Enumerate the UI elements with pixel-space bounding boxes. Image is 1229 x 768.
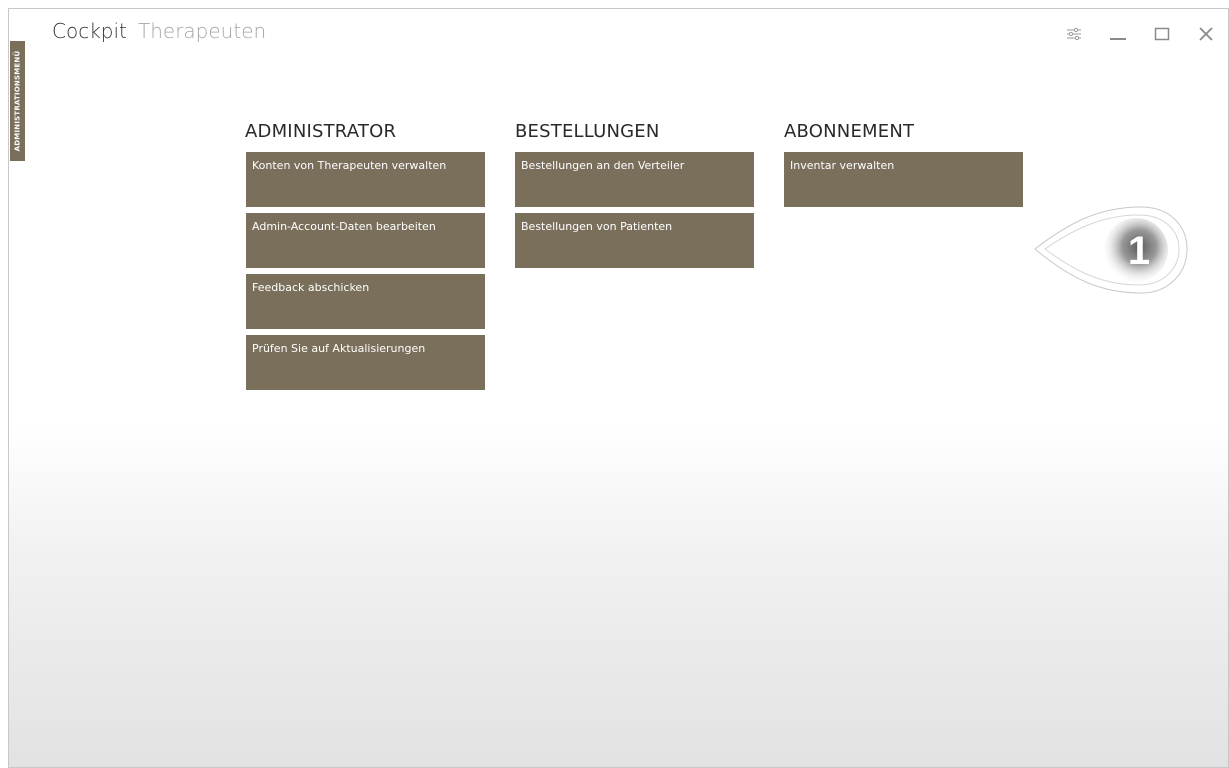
tile-edit-admin-account[interactable]: Admin-Account-Daten bearbeiten <box>246 213 485 268</box>
app-window: ADMINISTRATIONSMENÜ Cockpit Therapeuten <box>8 8 1229 768</box>
tile-orders-from-patients[interactable]: Bestellungen von Patienten <box>515 213 754 268</box>
maximize-icon <box>1154 27 1170 41</box>
tile-check-updates[interactable]: Prüfen Sie auf Aktualisierungen <box>246 335 485 390</box>
minimize-icon <box>1110 38 1126 40</box>
tile-manage-therapist-accounts[interactable]: Konten von Therapeuten verwalten <box>246 152 485 207</box>
tile-label: Bestellungen an den Verteiler <box>521 159 685 172</box>
tile-label: Admin-Account-Daten bearbeiten <box>252 220 436 233</box>
admin-menu-tab[interactable]: ADMINISTRATIONSMENÜ <box>10 41 25 161</box>
column-title-administrator: ADMINISTRATOR <box>245 121 397 142</box>
callout-marker: 1 <box>1034 206 1188 294</box>
app-title: Cockpit <box>52 19 127 43</box>
tile-label: Inventar verwalten <box>790 159 895 172</box>
app-subtitle: Therapeuten <box>138 19 267 43</box>
tile-label: Feedback abschicken <box>252 281 370 294</box>
minimize-button[interactable] <box>1096 19 1140 49</box>
maximize-button[interactable] <box>1140 19 1184 49</box>
tile-label: Konten von Therapeuten verwalten <box>252 159 447 172</box>
tile-label: Bestellungen von Patienten <box>521 220 673 233</box>
callout-number: 1 <box>1128 229 1150 273</box>
settings-button[interactable] <box>1052 19 1096 49</box>
window-controls <box>1052 19 1228 49</box>
tile-send-feedback[interactable]: Feedback abschicken <box>246 274 485 329</box>
tile-orders-to-distributor[interactable]: Bestellungen an den Verteiler <box>515 152 754 207</box>
column-title-orders: BESTELLUNGEN <box>515 121 660 142</box>
admin-menu-tab-label: ADMINISTRATIONSMENÜ <box>13 50 22 152</box>
tile-label: Prüfen Sie auf Aktualisierungen <box>252 342 426 355</box>
column-title-subscription: ABONNEMENT <box>784 121 915 142</box>
tile-manage-inventory[interactable]: Inventar verwalten <box>784 152 1023 207</box>
close-icon <box>1199 27 1213 41</box>
close-button[interactable] <box>1184 19 1228 49</box>
settings-sliders-icon <box>1067 27 1081 41</box>
